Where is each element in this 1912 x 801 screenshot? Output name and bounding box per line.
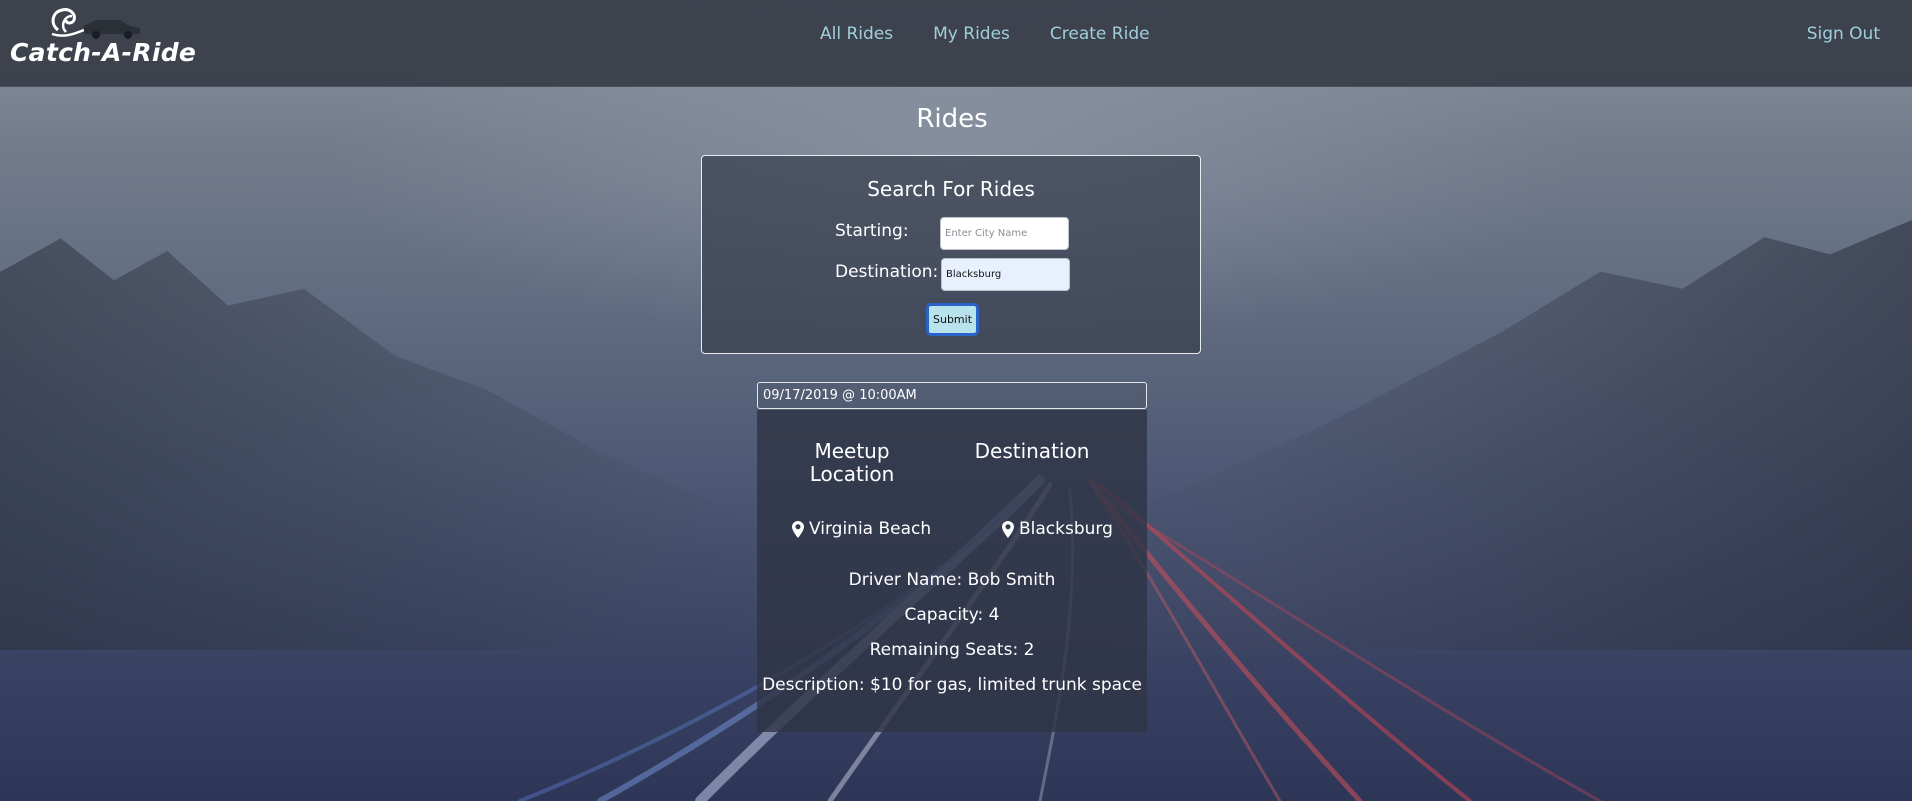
- search-form-card: Search For Rides Starting: Destination: …: [701, 155, 1201, 354]
- destination-label: Destination:: [835, 262, 939, 282]
- sign-out-link[interactable]: Sign Out: [1807, 24, 1880, 44]
- submit-button[interactable]: Submit: [926, 303, 979, 336]
- nav-link-my-rides[interactable]: My Rides: [933, 24, 1010, 48]
- top-navbar: Catch-A-Ride All Rides My Rides Create R…: [0, 0, 1912, 87]
- meetup-location: Virginia Beach: [792, 519, 931, 539]
- destination-location-text: Blacksburg: [1019, 519, 1113, 539]
- destination-city-input[interactable]: [941, 258, 1070, 291]
- brand-link[interactable]: Catch-A-Ride: [10, 4, 196, 74]
- starting-label: Starting:: [835, 221, 909, 241]
- meetup-location-heading: Meetup Location: [809, 439, 895, 486]
- car-wave-logo-icon: [51, 8, 140, 39]
- nav-links: All Rides My Rides Create Ride: [820, 24, 1150, 48]
- map-pin-icon: [1002, 520, 1014, 538]
- destination-location: Blacksburg: [1002, 519, 1113, 539]
- search-form-title: Search For Rides: [867, 177, 1035, 201]
- nav-link-all-rides[interactable]: All Rides: [820, 24, 893, 48]
- page-title: Rides: [916, 104, 988, 134]
- capacity: Capacity: 4: [904, 605, 1000, 625]
- ride-card: Meetup Location Destination Virginia Bea…: [757, 410, 1147, 732]
- meetup-location-text: Virginia Beach: [809, 519, 932, 539]
- nav-link-create-ride[interactable]: Create Ride: [1050, 24, 1150, 48]
- ride-datetime-header: 09/17/2019 @ 10:00AM: [757, 382, 1147, 409]
- starting-city-input[interactable]: [940, 217, 1069, 250]
- remaining-seats: Remaining Seats: 2: [869, 640, 1035, 660]
- ride-description: Description: $10 for gas, limited trunk …: [762, 675, 1142, 695]
- map-pin-icon: [792, 520, 804, 538]
- brand-name: Catch-A-Ride: [10, 38, 197, 67]
- destination-heading: Destination: [974, 439, 1090, 463]
- driver-name: Driver Name: Bob Smith: [848, 570, 1056, 590]
